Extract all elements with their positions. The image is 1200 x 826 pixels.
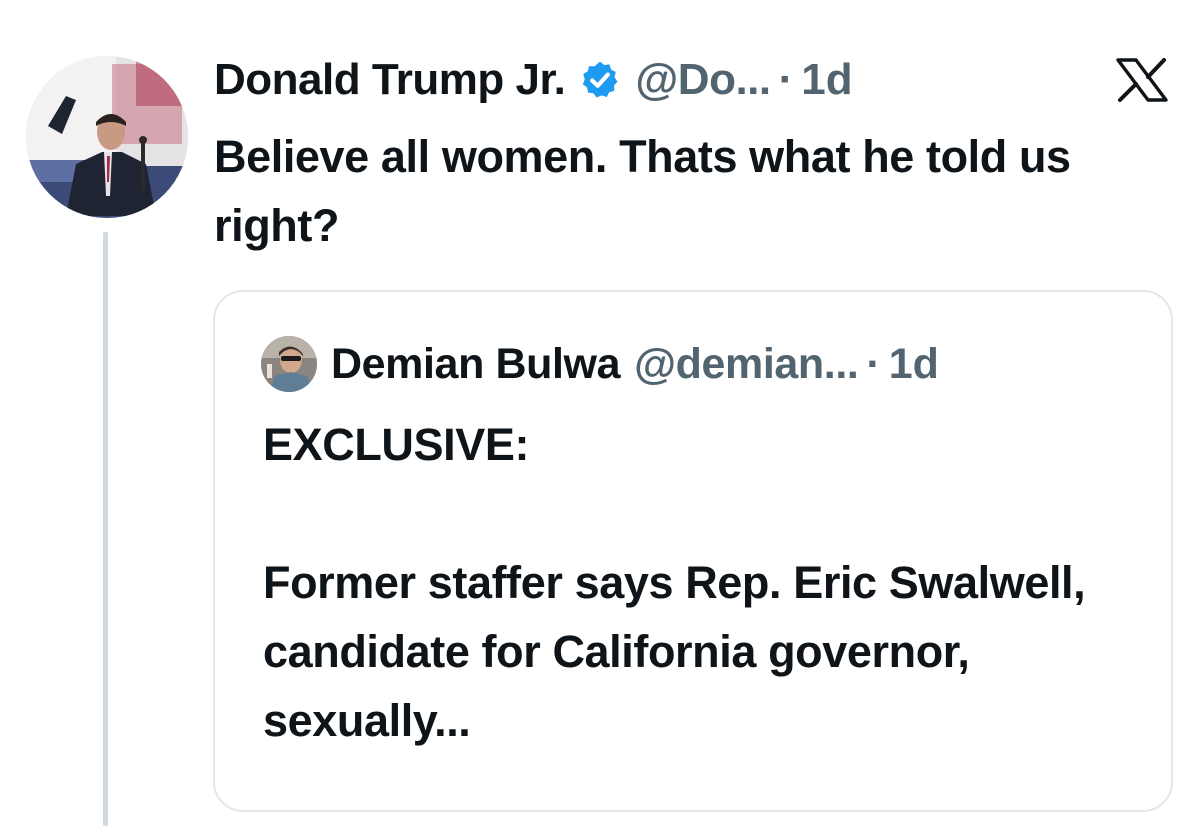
author-handle[interactable]: @Do...: [635, 50, 771, 110]
author-avatar-image: [26, 56, 188, 218]
tweet-timestamp[interactable]: 1d: [801, 50, 852, 110]
quoted-tweet-timestamp[interactable]: 1d: [889, 334, 939, 394]
author-avatar[interactable]: [26, 56, 188, 218]
quoted-author-avatar-image: [261, 336, 317, 392]
quoted-tweet-text: EXCLUSIVE: Former staffer says Rep. Eric…: [263, 419, 1086, 746]
author-display-name[interactable]: Donald Trump Jr.: [214, 50, 566, 110]
quoted-author-handle[interactable]: @demian...: [634, 334, 859, 394]
tweet-header: Donald Trump Jr. @Do... · 1d: [214, 50, 853, 110]
quoted-author-display-name[interactable]: Demian Bulwa: [331, 334, 621, 394]
quoted-author-avatar[interactable]: [261, 336, 317, 392]
quoted-tweet-card[interactable]: Demian Bulwa @demian... · 1d EXCLUSIVE: …: [213, 290, 1173, 812]
header-separator: ·: [778, 55, 794, 104]
x-logo-icon: [1116, 58, 1168, 102]
tweet-body-text: Believe all women. Thats what he told us…: [214, 131, 1071, 251]
thread-connector-line: [103, 232, 108, 826]
quoted-header-separator: ·: [866, 340, 881, 388]
verified-check-icon: [583, 61, 618, 98]
quoted-tweet-header: Demian Bulwa @demian... · 1d: [261, 334, 939, 394]
